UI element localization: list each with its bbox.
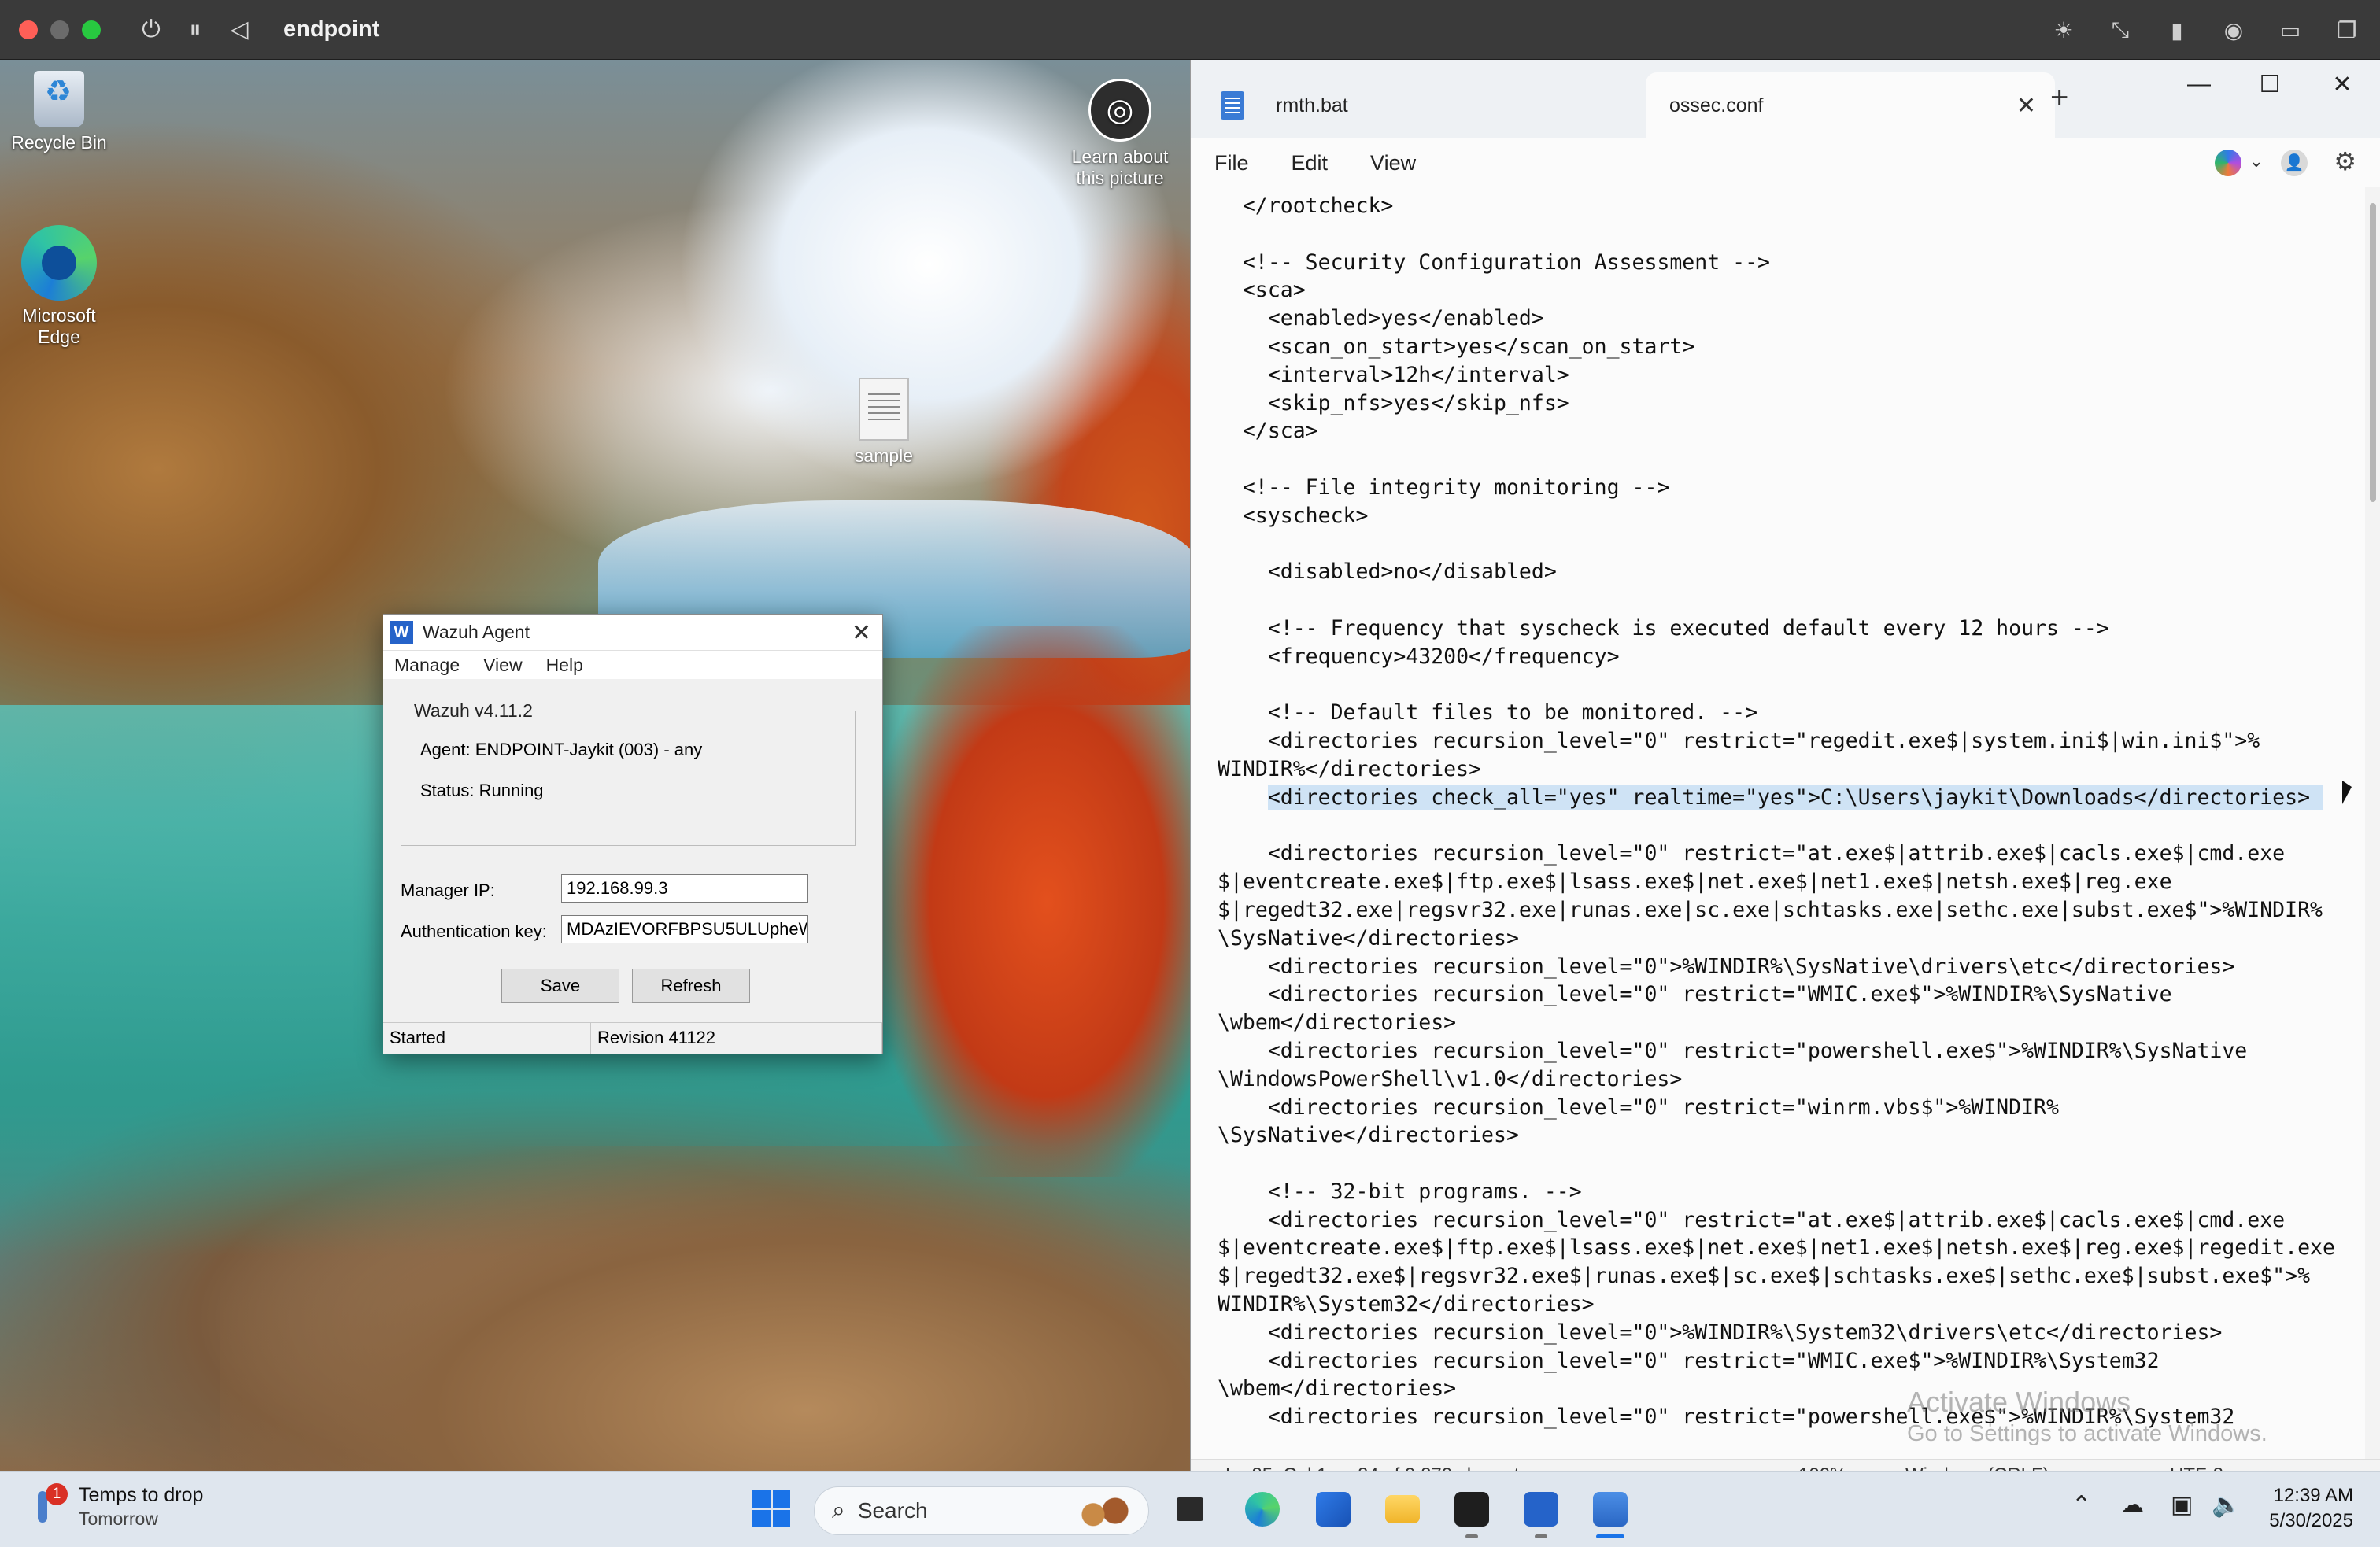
chevron-down-icon[interactable]: ⌄	[2249, 151, 2264, 172]
menu-manage[interactable]: Manage	[394, 655, 460, 676]
search-placeholder: Search	[857, 1498, 928, 1523]
new-tab-icon[interactable]: +	[2050, 80, 2068, 116]
store-icon[interactable]	[1310, 1485, 1357, 1534]
menu-edit[interactable]: Edit	[1292, 151, 1329, 175]
menu-file[interactable]: File	[1214, 151, 1249, 175]
search-icon: ⌕	[832, 1497, 845, 1523]
clock-time: 12:39 AM	[2273, 1485, 2353, 1506]
text-file-icon	[859, 378, 909, 441]
taskbar: 1 Temps to drop Tomorrow ⌕ Search ⌃ ☁ ▣ …	[0, 1471, 2380, 1547]
taskbar-search[interactable]: ⌕ Search	[814, 1486, 1149, 1535]
manager-ip-label: Manager IP:	[401, 881, 495, 900]
host-titlebar: ⏻ ⏸ ◁ endpoint ☀ ⤡ ▮ ◉ ▭ ❐	[0, 0, 2380, 60]
account-icon[interactable]: 👤	[2281, 150, 2308, 176]
terminal-icon[interactable]	[1448, 1485, 1495, 1538]
editor-content: </rootcheck> <!-- Security Configuration…	[1218, 194, 2335, 1430]
wazuh-statusbar: Started Revision 41122	[383, 1022, 882, 1054]
auth-key-input[interactable]: MDAzIEVORFBPSU5ULUpheW	[561, 915, 808, 943]
notepad-icon[interactable]	[1587, 1485, 1634, 1538]
notepad-file-icon	[1221, 91, 1244, 120]
close-icon[interactable]: ✕	[2307, 71, 2378, 98]
copilot-icon[interactable]	[2215, 150, 2241, 176]
desktop-icon-recycle-bin[interactable]: Recycle Bin	[0, 71, 118, 153]
camera-icon: ◎	[1088, 79, 1151, 142]
minimize-window-button[interactable]	[50, 20, 69, 39]
windows-icon[interactable]: ❐	[2330, 14, 2364, 46]
network-icon[interactable]: ▣	[2171, 1491, 2193, 1519]
volume-icon[interactable]: 🔈	[2212, 1491, 2241, 1519]
desktop-icon-edge[interactable]: Microsoft Edge	[0, 225, 118, 348]
selected-text: <directories check_all="yes" realtime="y…	[1267, 785, 2323, 810]
weather-subtitle: Tomorrow	[79, 1508, 158, 1529]
save-button[interactable]: Save	[501, 969, 619, 1003]
edge-icon	[21, 225, 97, 301]
menu-view[interactable]: View	[483, 655, 522, 676]
notepad-menubar: File Edit View ⌄ 👤 ⚙	[1191, 138, 2380, 187]
close-tab-icon[interactable]: ✕	[2016, 92, 2036, 120]
wazuh-agent-window: W Wazuh Agent ✕ Manage View Help Wazuh v…	[382, 614, 883, 1054]
vm-title: endpoint	[283, 17, 380, 42]
zoom-window-button[interactable]	[82, 20, 101, 39]
wazuh-logo-icon: W	[390, 620, 413, 644]
manager-ip-input[interactable]: 192.168.99.3	[561, 874, 808, 903]
power-icon[interactable]: ⏻	[135, 17, 167, 43]
notepad-tabbar: rmth.bat ossec.conf ✕ + — ☐ ✕	[1191, 60, 2380, 138]
edge-icon[interactable]	[1239, 1485, 1286, 1534]
usb-icon[interactable]: ▮	[2160, 14, 2194, 46]
menu-view[interactable]: View	[1370, 151, 1416, 175]
file-explorer-icon[interactable]	[1379, 1485, 1426, 1534]
search-highlight-icon	[1074, 1492, 1137, 1530]
weather-title: Temps to drop	[79, 1484, 204, 1506]
maximize-icon[interactable]: ☐	[2234, 71, 2305, 98]
mouse-cursor-icon	[2342, 781, 2352, 804]
notepad-window: rmth.bat ossec.conf ✕ + — ☐ ✕ File Edit …	[1190, 60, 2380, 1490]
wazuh-window-title: Wazuh Agent	[423, 622, 530, 642]
tab-ossec-conf[interactable]: ossec.conf ✕	[1646, 72, 2055, 138]
menu-help[interactable]: Help	[546, 655, 583, 676]
thermometer-icon: 1	[27, 1483, 68, 1527]
system-clock[interactable]: 12:39 AM 5/30/2025	[2269, 1483, 2353, 1534]
chevron-up-icon[interactable]: ⌃	[2071, 1491, 2091, 1519]
clock-date: 5/30/2025	[2269, 1510, 2353, 1531]
camera-icon[interactable]: ◉	[2216, 14, 2251, 46]
desktop-icon-learn-about-picture[interactable]: ◎ Learn about this picture	[1061, 79, 1179, 189]
pause-icon[interactable]: ⏸	[179, 17, 211, 43]
weather-widget[interactable]: 1 Temps to drop Tomorrow	[27, 1483, 203, 1530]
wazuh-titlebar[interactable]: W Wazuh Agent ✕	[383, 615, 882, 651]
back-icon[interactable]: ◁	[224, 16, 255, 43]
recycle-bin-icon	[34, 71, 84, 127]
editor-text-area[interactable]: </rootcheck> <!-- Security Configuration…	[1191, 187, 2380, 1479]
auth-key-label: Authentication key:	[401, 921, 547, 941]
close-window-button[interactable]	[19, 20, 38, 39]
wazuh-menubar: Manage View Help	[383, 651, 882, 679]
task-view-icon[interactable]	[1166, 1485, 1214, 1534]
onedrive-icon[interactable]: ☁	[2120, 1491, 2144, 1519]
version-label: Wazuh v4.11.2	[411, 700, 536, 722]
status-label: Status: Running	[420, 781, 544, 800]
gear-icon[interactable]: ⚙	[2334, 146, 2356, 176]
minimize-icon[interactable]: —	[2164, 71, 2234, 98]
notification-badge: 1	[46, 1483, 68, 1505]
close-icon[interactable]: ✕	[852, 619, 871, 647]
folder-icon[interactable]: ▭	[2273, 14, 2308, 46]
resize-icon[interactable]: ⤡	[2103, 14, 2138, 46]
brightness-icon[interactable]: ☀	[2046, 14, 2081, 46]
vertical-scrollbar[interactable]	[2365, 187, 2380, 1479]
agent-label: Agent: ENDPOINT-Jaykit (003) - any	[420, 740, 703, 759]
status-started: Started	[383, 1023, 591, 1054]
status-revision: Revision 41122	[591, 1023, 882, 1054]
tab-rmth-bat[interactable]: rmth.bat	[1214, 72, 1639, 138]
desktop-icon-sample[interactable]: sample	[825, 378, 943, 467]
window-controls	[19, 20, 101, 39]
activate-windows-watermark: Activate Windows Go to Settings to activ…	[1907, 1386, 2267, 1447]
start-button[interactable]	[752, 1490, 790, 1527]
wazuh-icon[interactable]	[1517, 1485, 1565, 1538]
refresh-button[interactable]: Refresh	[632, 969, 750, 1003]
host-toolbar: ☀ ⤡ ▮ ◉ ▭ ❐	[2046, 14, 2364, 46]
agent-info-group: Wazuh v4.11.2 Agent: ENDPOINT-Jaykit (00…	[401, 700, 856, 846]
